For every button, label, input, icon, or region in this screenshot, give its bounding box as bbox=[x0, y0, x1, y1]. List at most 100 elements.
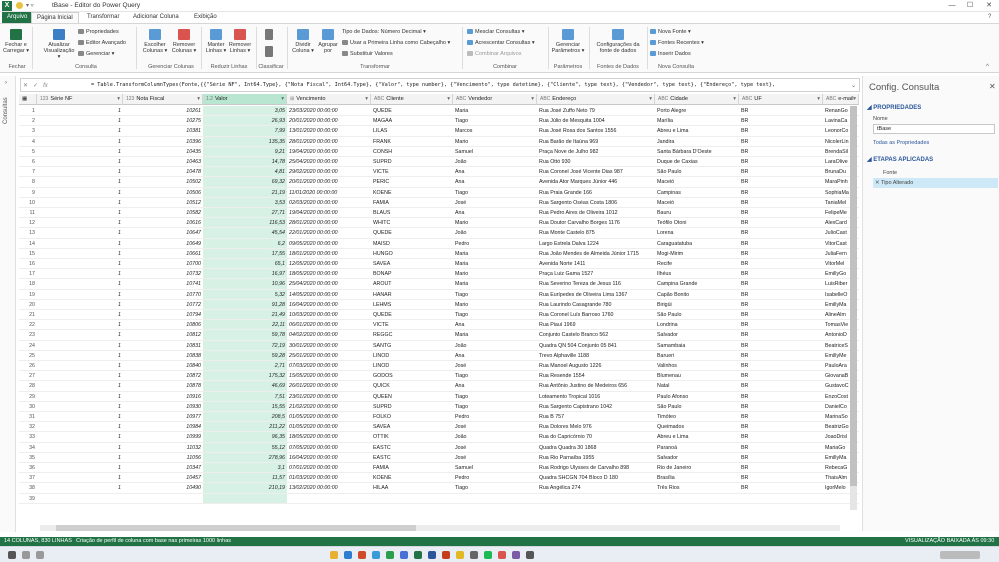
tab-add-column[interactable]: Adicionar Coluna bbox=[128, 12, 184, 23]
column-type-icon[interactable]: ABC bbox=[540, 96, 550, 102]
cell-vendedor[interactable]: Pedro bbox=[453, 412, 537, 423]
cell-serie-nf[interactable]: 1 bbox=[37, 432, 123, 443]
cell-cidade[interactable]: Porto Alegre bbox=[655, 106, 739, 117]
cell-serie-nf[interactable] bbox=[37, 494, 123, 504]
cell-cidade[interactable]: Duque de Caxias bbox=[655, 157, 739, 168]
group-by-button[interactable]: Agrupar por bbox=[316, 29, 340, 54]
cell-vendedor[interactable]: Samuel bbox=[453, 463, 537, 474]
cell-serie-nf[interactable]: 1 bbox=[37, 453, 123, 463]
column-type-icon[interactable]: ABC bbox=[456, 96, 466, 102]
first-row-header-button[interactable]: Usar a Primeira Linha como Cabeçalho ▾ bbox=[342, 40, 450, 46]
cell-valor[interactable]: 5,32 bbox=[203, 289, 287, 300]
cell-vendedor[interactable]: Tiago bbox=[453, 402, 537, 412]
cell-uf[interactable]: BR bbox=[739, 463, 823, 474]
data-type-dropdown[interactable]: Tipo de Dados: Número Decimal ▾ bbox=[342, 29, 426, 35]
cell-serie-nf[interactable]: 1 bbox=[37, 147, 123, 157]
cell-endereco[interactable]: Rua Resende 1554 bbox=[537, 371, 655, 382]
cell-nota-fiscal[interactable]: 10840 bbox=[123, 361, 203, 372]
cell-uf[interactable]: BR bbox=[739, 116, 823, 127]
cell-cidade[interactable]: Maceió bbox=[655, 177, 739, 188]
cell-cliente[interactable] bbox=[371, 494, 453, 504]
cell-cliente[interactable]: GODOS bbox=[371, 371, 453, 382]
cell-vendedor[interactable]: Maria bbox=[453, 330, 537, 341]
cell-valor[interactable]: 7,51 bbox=[203, 391, 287, 402]
column-type-icon[interactable]: 123 bbox=[126, 96, 134, 102]
append-queries-button[interactable]: Acrescentar Consultas ▾ bbox=[467, 40, 535, 46]
maximize-button[interactable]: ☐ bbox=[961, 0, 979, 12]
cell-serie-nf[interactable]: 1 bbox=[37, 218, 123, 229]
cell-uf[interactable]: BR bbox=[739, 422, 823, 433]
cell-endereco[interactable]: Rua Ottó 930 bbox=[537, 157, 655, 168]
cell-valor[interactable]: 7,99 bbox=[203, 126, 287, 137]
cell-endereco[interactable]: Rua Manoel Augusto 1226 bbox=[537, 361, 655, 372]
applied-steps-header[interactable]: ◢ ETAPAS APLICADAS bbox=[867, 156, 933, 163]
cell-vencimento[interactable]: 19/04/2020 00:00:00 bbox=[287, 208, 371, 219]
cell-endereco[interactable]: Rua Sargento Capistrano 1042 bbox=[537, 402, 655, 412]
column-type-icon[interactable]: ABC bbox=[742, 96, 752, 102]
cell-vencimento[interactable]: 01/05/2020 00:00:00 bbox=[287, 412, 371, 423]
cell-uf[interactable]: BR bbox=[739, 483, 823, 494]
cell-vendedor[interactable]: Tiago bbox=[453, 310, 537, 321]
cell-vencimento[interactable]: 07/05/2020 00:00:00 bbox=[287, 443, 371, 453]
close-window-button[interactable]: ✕ bbox=[980, 0, 998, 12]
cell-vendedor[interactable]: Tiago bbox=[453, 483, 537, 494]
cell-valor[interactable]: 59,28 bbox=[203, 350, 287, 361]
remove-rows-button[interactable]: Remover Linhas ▾ bbox=[228, 29, 252, 54]
cell-vencimento[interactable]: 14/05/2020 00:00:00 bbox=[287, 290, 371, 300]
cell-vencimento[interactable]: 09/05/2020 00:00:00 bbox=[287, 239, 371, 249]
cell-cliente[interactable]: CONSH bbox=[371, 147, 453, 157]
help-icon[interactable]: ? bbox=[988, 14, 991, 20]
data-source-settings-button[interactable]: Configurações da fonte de dados bbox=[592, 29, 644, 54]
cell-cliente[interactable]: QUEDE bbox=[371, 228, 453, 239]
cell-cliente[interactable]: SAVEA bbox=[371, 422, 453, 433]
cell-vencimento[interactable]: 04/02/2020 00:00:00 bbox=[287, 330, 371, 341]
cell-nota-fiscal[interactable]: 10812 bbox=[123, 330, 203, 341]
cell-vendedor[interactable]: Ana bbox=[453, 177, 537, 188]
recent-sources-button[interactable]: Fontes Recentes ▾ bbox=[650, 40, 704, 46]
cell-cidade[interactable]: Brasília bbox=[655, 473, 739, 484]
cell-cidade[interactable]: Timóteo bbox=[655, 412, 739, 423]
cell-nota-fiscal[interactable]: 10741 bbox=[123, 279, 203, 290]
cell-valor[interactable]: 46,69 bbox=[203, 381, 287, 392]
cell-uf[interactable]: BR bbox=[739, 198, 823, 208]
cell-nota-fiscal[interactable]: 10700 bbox=[123, 259, 203, 270]
cell-vencimento[interactable]: 18/05/2020 00:00:00 bbox=[287, 432, 371, 443]
cell-vendedor[interactable]: Samuel bbox=[453, 147, 537, 157]
cell-uf[interactable]: BR bbox=[739, 188, 823, 198]
cell-valor[interactable]: 21,19 bbox=[203, 187, 287, 198]
cell-serie-nf[interactable]: 1 bbox=[37, 239, 123, 249]
mail-icon[interactable] bbox=[372, 551, 380, 559]
cell-vencimento[interactable]: 01/05/2020 00:00:00 bbox=[287, 422, 371, 433]
cell-vencimento[interactable]: 07/03/2020 00:00:00 bbox=[287, 361, 371, 372]
cell-endereco[interactable]: Rua Antônio Justino de Medeiros 656 bbox=[537, 381, 655, 392]
cell-serie-nf[interactable]: 1 bbox=[37, 290, 123, 300]
cell-vendedor[interactable]: José bbox=[453, 198, 537, 208]
cell-cliente[interactable]: OTTIK bbox=[371, 432, 453, 443]
column-type-icon[interactable]: 123 bbox=[40, 96, 48, 102]
cell-vendedor[interactable]: Tiago bbox=[453, 188, 537, 198]
cell-serie-nf[interactable]: 1 bbox=[37, 371, 123, 382]
tab-view[interactable]: Exibição bbox=[189, 12, 222, 23]
cell-serie-nf[interactable]: 1 bbox=[37, 341, 123, 351]
start-icon[interactable] bbox=[8, 551, 16, 559]
tab-file[interactable]: Arquivo bbox=[2, 12, 33, 23]
all-properties-link[interactable]: Todas as Propriedades bbox=[873, 140, 929, 146]
cell-cidade[interactable]: Rio de Janeiro bbox=[655, 463, 739, 474]
cell-uf[interactable]: BR bbox=[739, 351, 823, 361]
merge-queries-button[interactable]: Mesclar Consultas ▾ bbox=[467, 29, 525, 35]
cell-valor[interactable]: 21,49 bbox=[203, 310, 287, 321]
cell-serie-nf[interactable]: 1 bbox=[37, 463, 123, 474]
cell-valor[interactable]: 14,78 bbox=[203, 157, 287, 168]
cell-nota-fiscal[interactable]: 10616 bbox=[123, 218, 203, 229]
cell-vencimento[interactable]: 25/01/2020 00:00:00 bbox=[287, 351, 371, 361]
cell-vencimento[interactable]: 01/03/2020 00:00:00 bbox=[287, 473, 371, 484]
cell-nota-fiscal[interactable]: 10647 bbox=[123, 228, 203, 239]
cell-valor[interactable]: 11,57 bbox=[203, 473, 287, 484]
cell-uf[interactable]: BR bbox=[739, 137, 823, 147]
cell-uf[interactable]: BR bbox=[739, 432, 823, 443]
cell-serie-nf[interactable]: 1 bbox=[37, 269, 123, 280]
cell-cidade[interactable] bbox=[655, 494, 739, 504]
split-column-button[interactable]: Dividir Coluna ▾ bbox=[290, 29, 316, 54]
cell-endereco[interactable]: Rua Dolores Melo 976 bbox=[537, 422, 655, 433]
cell-cliente[interactable]: REGGC bbox=[371, 330, 453, 341]
